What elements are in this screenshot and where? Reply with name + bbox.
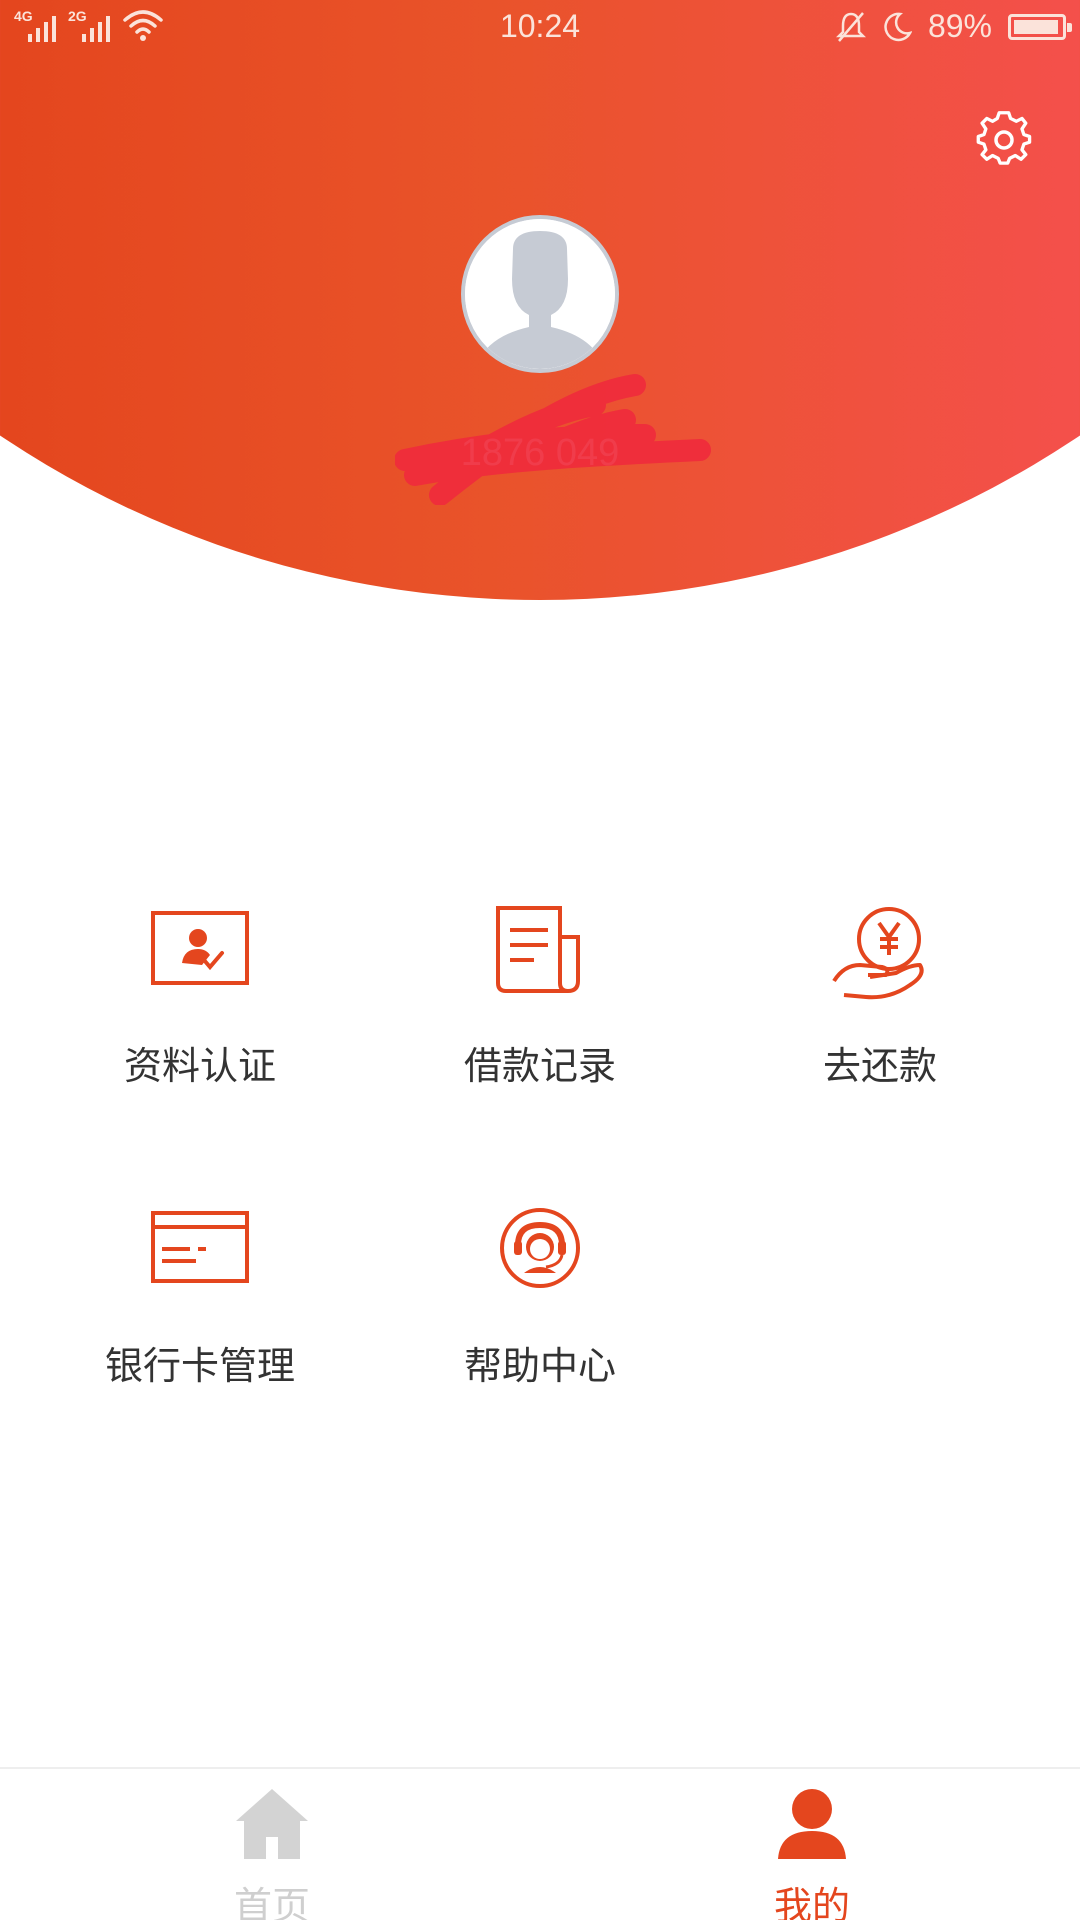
user-profile-icon: [778, 1789, 846, 1859]
tab-mine-label: 我的: [773, 1884, 850, 1920]
battery-icon: [1008, 13, 1072, 40]
moon-icon: [884, 12, 912, 41]
menu-item-repay[interactable]: 去还款: [700, 905, 1060, 1135]
home-icon: [236, 1789, 308, 1859]
redaction-scribble: [395, 374, 711, 505]
hand-yen-coin-icon: [832, 907, 924, 1000]
avatar[interactable]: [461, 215, 619, 373]
profile-header: 4G 2G 10:24 89% 1876 049: [0, 0, 1080, 600]
menu-item-help-center[interactable]: 帮助中心: [360, 1205, 720, 1435]
battery-percent: 89%: [927, 8, 992, 44]
mute-bell-icon: [835, 11, 866, 42]
bottom-tab-bar: 首页 我的: [0, 1767, 1080, 1920]
tab-home-label: 首页: [233, 1884, 310, 1920]
default-user-avatar-icon: [465, 219, 615, 369]
id-card-verify-icon: [151, 911, 249, 985]
menu-label: 资料认证: [123, 1044, 276, 1088]
menu-label: 银行卡管理: [104, 1344, 295, 1388]
tab-home[interactable]: 首页: [122, 1769, 422, 1920]
menu-item-loan-records[interactable]: 借款记录: [360, 905, 720, 1135]
menu-label: 借款记录: [463, 1044, 616, 1088]
bank-card-icon: [151, 1211, 249, 1283]
tab-mine[interactable]: 我的: [662, 1769, 962, 1920]
menu-label: 帮助中心: [463, 1344, 616, 1388]
status-bar: 4G 2G 10:24 89%: [0, 0, 1080, 56]
menu-item-profile-verification[interactable]: 资料认证: [20, 905, 380, 1135]
document-record-icon: [496, 906, 580, 993]
menu-item-bank-card[interactable]: 银行卡管理: [20, 1205, 380, 1435]
customer-service-headset-icon: [500, 1208, 580, 1288]
menu-label: 去还款: [822, 1044, 937, 1088]
settings-gear-icon[interactable]: [974, 108, 1034, 168]
